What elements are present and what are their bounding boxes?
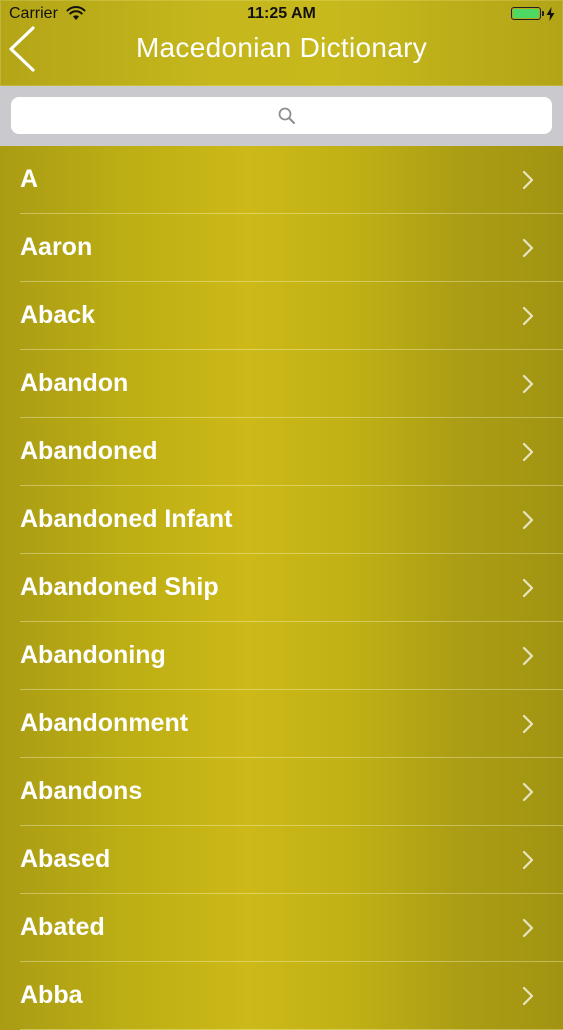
search-field[interactable] — [11, 97, 556, 136]
list-item-label: Abated — [20, 913, 105, 941]
list-item[interactable]: A — [0, 146, 563, 214]
list-item[interactable]: Abandoned — [0, 418, 563, 486]
chevron-right-icon — [522, 238, 534, 258]
chevron-right-icon — [522, 170, 534, 190]
word-list: A Aaron Aback Abandon Abandoned Abandoned Inf… — [0, 146, 563, 1030]
chevron-right-icon — [522, 374, 534, 394]
list-item-label: A — [20, 165, 39, 193]
chevron-right-icon — [522, 510, 534, 530]
page-title: Macedonian Dictionary — [135, 32, 428, 63]
list-item[interactable]: Abandonment — [0, 690, 563, 758]
list-item-label: Abased — [20, 845, 111, 873]
list-item[interactable]: Abased — [0, 826, 563, 894]
chevron-right-icon — [522, 442, 534, 462]
list-item[interactable]: Abandoned Ship — [0, 554, 563, 622]
list-item-label: Abandoned Ship — [20, 573, 219, 601]
list-item-label: Abandoning — [20, 641, 166, 669]
chevron-right-icon — [522, 986, 534, 1006]
list-item-label: Aback — [20, 301, 96, 329]
list-item-label: Abba — [20, 981, 83, 1009]
chevron-right-icon — [522, 646, 534, 666]
list-item[interactable]: Aaron — [0, 214, 563, 282]
list-item-label: Aaron — [20, 233, 93, 261]
chevron-right-icon — [522, 306, 534, 326]
search-bar — [0, 86, 563, 146]
list-item-label: Abandon — [20, 369, 129, 397]
battery-icon — [511, 7, 544, 20]
list-item[interactable]: Abandon — [0, 350, 563, 418]
list-item[interactable]: Aback — [0, 282, 563, 350]
status-bar: Carrier 11:25 AM — [0, 0, 563, 30]
list-item-label: Abandons — [20, 777, 143, 805]
list-item-label: Abandonment — [20, 709, 189, 737]
list-item[interactable]: Abba — [0, 962, 563, 1030]
chevron-right-icon — [522, 578, 534, 598]
chevron-right-icon — [522, 918, 534, 938]
chevron-right-icon — [522, 714, 534, 734]
list-item[interactable]: Abandoning — [0, 622, 563, 690]
navigation-bar: Carrier 11:25 AM Macedonian Dictionary — [0, 0, 563, 86]
charging-icon — [546, 7, 555, 21]
chevron-right-icon — [522, 782, 534, 802]
list-item[interactable]: Abandoned Infant — [0, 486, 563, 554]
list-item-label: Abandoned Infant — [20, 505, 233, 533]
search-icon — [278, 107, 295, 124]
list-item[interactable]: Abandons — [0, 758, 563, 826]
list-item[interactable]: Abated — [0, 894, 563, 962]
clock: 11:25 AM — [247, 5, 316, 22]
list-item-label: Abandoned — [20, 437, 158, 465]
chevron-right-icon — [522, 850, 534, 870]
